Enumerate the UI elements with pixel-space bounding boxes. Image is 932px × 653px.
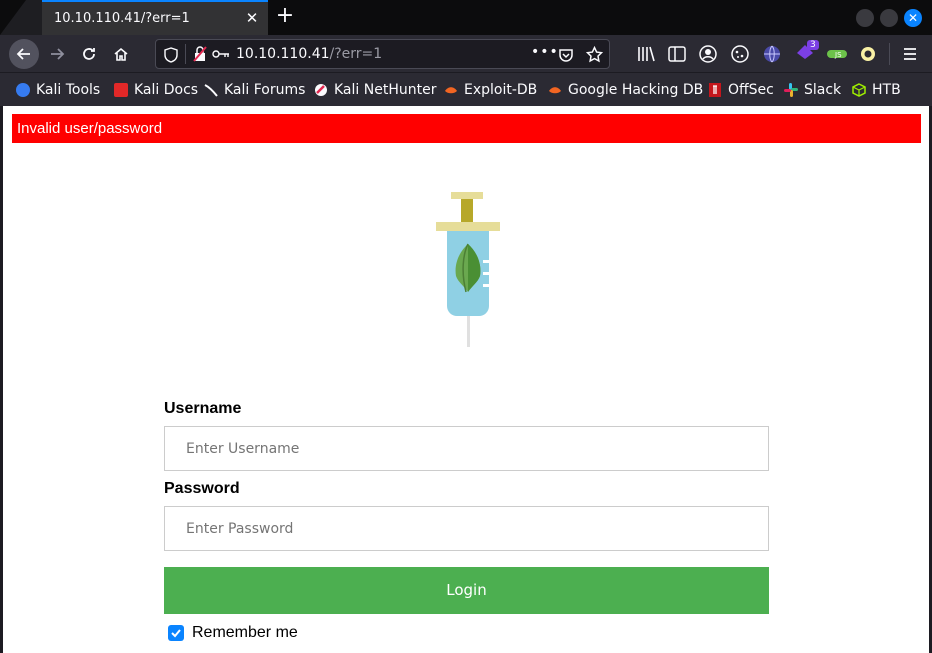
pocket-icon[interactable] xyxy=(558,47,574,63)
bookmark-exploit-db[interactable]: Exploit-DB xyxy=(444,81,537,99)
bookmark-htb[interactable]: HTB xyxy=(852,81,901,99)
bookmark-slack[interactable]: Slack xyxy=(784,81,841,99)
bookmark-label: Exploit-DB xyxy=(464,82,538,98)
cookie-icon[interactable] xyxy=(730,44,750,64)
menu-hamburger-icon[interactable] xyxy=(900,44,920,64)
key-icon[interactable] xyxy=(212,49,230,59)
navigation-toolbar: 10.10.110.41/?err=1 ••• 3 JS xyxy=(0,35,932,73)
svg-text:JS: JS xyxy=(834,51,842,59)
ghdb-icon xyxy=(549,87,561,94)
password-input[interactable] xyxy=(165,507,768,550)
library-icon[interactable] xyxy=(636,44,656,64)
url-path: /?err=1 xyxy=(329,46,383,62)
home-icon xyxy=(114,47,128,61)
error-message: Invalid user/password xyxy=(17,120,163,137)
page-actions-icon[interactable]: ••• xyxy=(531,44,559,60)
reload-icon xyxy=(83,48,95,60)
bookmark-kali-nethunter[interactable]: Kali NetHunter xyxy=(314,81,436,99)
url-host: 10.10.110.41 xyxy=(236,46,330,62)
tab-title: 10.10.110.41/?err=1 xyxy=(54,11,190,26)
kali-forums-icon xyxy=(204,84,218,97)
home-button[interactable] xyxy=(107,40,135,68)
password-field-wrapper xyxy=(164,506,769,551)
reload-button[interactable] xyxy=(75,40,103,68)
bookmark-offsec[interactable]: OffSec xyxy=(708,81,774,99)
checkmark-icon xyxy=(171,629,181,638)
toolbar-separator xyxy=(889,43,890,65)
maximize-window-button[interactable] xyxy=(880,9,898,27)
bookmark-star-icon[interactable] xyxy=(586,46,603,63)
username-input[interactable] xyxy=(165,427,768,470)
forward-button[interactable] xyxy=(43,40,71,68)
offsec-icon xyxy=(709,83,721,97)
address-bar[interactable]: 10.10.110.41/?err=1 ••• xyxy=(155,39,610,69)
url-text[interactable]: 10.10.110.41/?err=1 xyxy=(236,46,382,62)
yellow-ring-extension-icon[interactable] xyxy=(858,44,878,64)
password-label: Password xyxy=(164,480,240,497)
htb-icon xyxy=(852,83,866,97)
remember-me-checkbox[interactable] xyxy=(168,625,184,641)
bookmarks-toolbar: Kali Tools Kali Docs Kali Forums Kali Ne… xyxy=(0,73,932,106)
slack-icon xyxy=(784,83,798,97)
forward-arrow-icon xyxy=(51,48,65,60)
sidebar-icon[interactable] xyxy=(667,44,687,64)
kali-tools-icon xyxy=(16,83,30,97)
username-field-wrapper xyxy=(164,426,769,471)
tab-strip: 10.10.110.41/?err=1 ✕ + ✕ xyxy=(0,0,932,35)
bookmark-kali-forums[interactable]: Kali Forums xyxy=(204,81,305,99)
browser-tab-active[interactable]: 10.10.110.41/?err=1 ✕ xyxy=(42,0,268,35)
bookmark-label: Kali Docs xyxy=(134,82,199,98)
syringe-leaf-logo xyxy=(436,192,500,347)
node-extension-icon[interactable]: JS xyxy=(827,44,847,64)
bookmark-label: HTB xyxy=(872,82,901,98)
bookmark-kali-docs[interactable]: Kali Docs xyxy=(114,81,198,99)
username-label: Username xyxy=(164,400,242,417)
remember-me-label: Remember me xyxy=(192,624,298,641)
back-button[interactable] xyxy=(9,39,39,69)
bookmark-label: OffSec xyxy=(728,82,774,98)
tab-strip-decoration xyxy=(0,0,42,35)
extension-badge-button[interactable]: 3 xyxy=(795,40,819,61)
minimize-window-button[interactable] xyxy=(856,9,874,27)
exploit-db-icon xyxy=(445,87,457,94)
bookmark-kali-tools[interactable]: Kali Tools xyxy=(16,81,100,99)
error-banner: Invalid user/password xyxy=(12,114,921,143)
bookmark-label: Kali Tools xyxy=(36,82,101,98)
extension-badge-count: 3 xyxy=(807,40,819,50)
insecure-lock-icon[interactable] xyxy=(193,46,207,62)
bookmark-label: Google Hacking DB xyxy=(568,82,704,98)
bookmark-label: Slack xyxy=(804,82,842,98)
shield-icon[interactable] xyxy=(164,47,178,63)
page-content: Invalid user/password Username Password xyxy=(3,106,929,653)
tab-close-icon[interactable]: ✕ xyxy=(244,10,260,26)
kali-docs-icon xyxy=(114,83,128,97)
close-window-button[interactable]: ✕ xyxy=(904,9,922,27)
login-button[interactable]: Login xyxy=(164,567,769,614)
back-arrow-icon xyxy=(16,48,30,60)
new-tab-icon[interactable]: + xyxy=(274,5,296,27)
nethunter-icon xyxy=(315,84,327,96)
bookmark-google-hacking-db[interactable]: Google Hacking DB xyxy=(548,81,703,99)
account-icon[interactable] xyxy=(698,44,718,64)
bookmark-label: Kali Forums xyxy=(224,82,306,98)
remember-me-row[interactable]: Remember me xyxy=(168,624,298,642)
globe-extension-icon[interactable] xyxy=(762,44,782,64)
bookmark-label: Kali NetHunter xyxy=(334,82,437,98)
